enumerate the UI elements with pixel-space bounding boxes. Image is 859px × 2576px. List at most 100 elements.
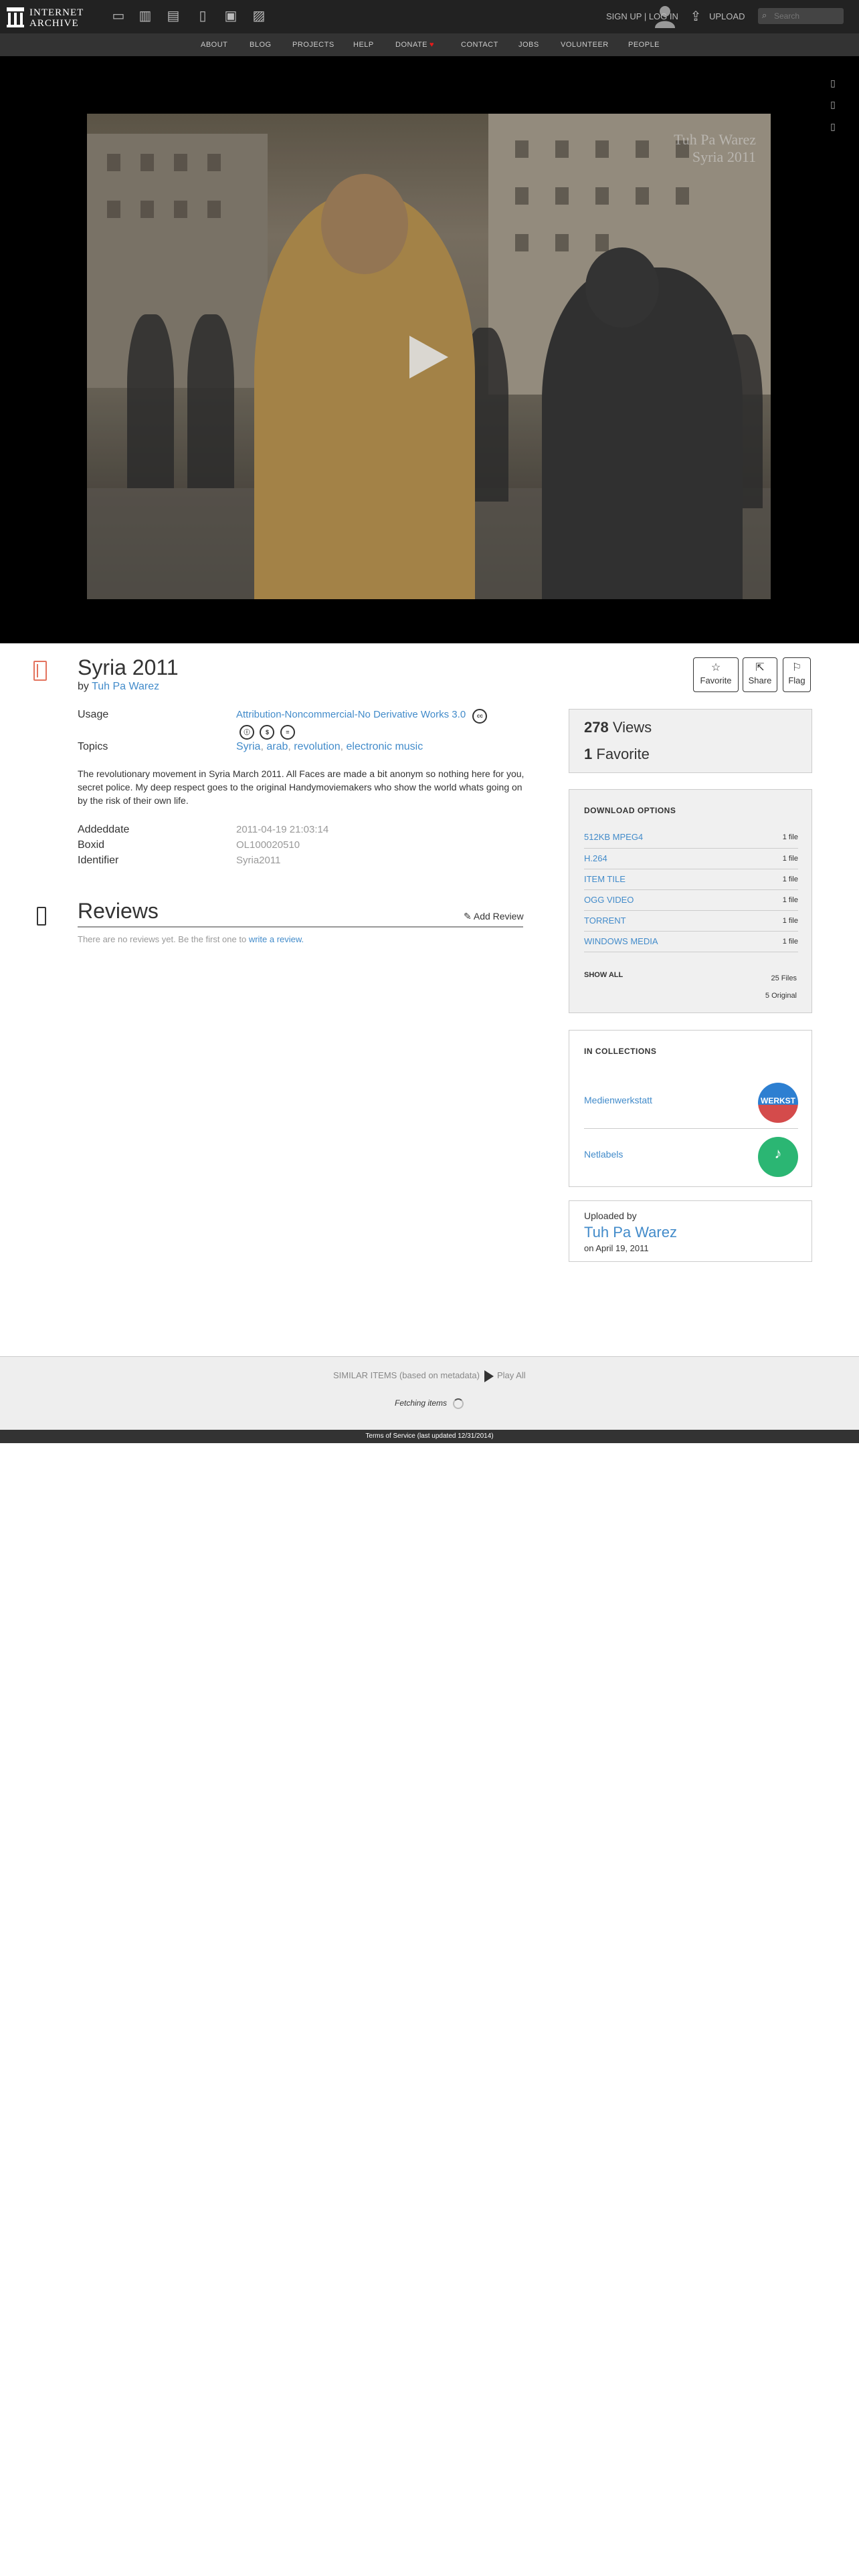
search-input[interactable] (773, 9, 842, 23)
download-format-link[interactable]: TORRENT (584, 916, 626, 926)
creator-link[interactable]: Tuh Pa Warez (92, 681, 159, 692)
flag-label: Flag (788, 675, 805, 685)
movies-mediatype-icon (33, 661, 47, 681)
loading-spinner-icon (453, 1398, 464, 1409)
upload-link[interactable]: UPLOAD (709, 11, 745, 21)
download-format-link[interactable]: 512KB MPEG4 (584, 832, 643, 842)
play-all-link[interactable]: Play All (497, 1370, 526, 1380)
software-icon[interactable]: ▣ (222, 8, 240, 24)
favorites-count: 1 Favorite (584, 746, 650, 763)
reviews-divider (78, 926, 523, 928)
sub-navbar: ABOUT BLOG PROJECTS HELP DONATE ♥ CONTAC… (0, 33, 859, 56)
download-format-link[interactable]: ITEM TILE (584, 874, 626, 884)
collection-item[interactable]: Netlabels ♪ (584, 1128, 798, 1182)
write-review-link[interactable]: write a review. (249, 934, 304, 944)
collection-logo-netlabels[interactable]: ♪ (758, 1137, 798, 1177)
search-box[interactable]: ⌕ (758, 8, 844, 24)
download-options-title: DOWNLOAD OPTIONS (584, 806, 676, 815)
web-icon[interactable]: ▭ (110, 8, 127, 24)
share-label: Share (748, 675, 772, 685)
similar-items-label: SIMILAR ITEMS (based on metadata) (333, 1370, 480, 1380)
collection-logo-text: WERKST (761, 1096, 795, 1105)
theatre-expand-icon[interactable]: ▯ (828, 99, 838, 114)
logo-text-line2: ARCHIVE (29, 18, 79, 29)
theatre-info-icon[interactable]: ▯ (828, 78, 838, 92)
similar-items-section: SIMILAR ITEMS (based on metadata) Play A… (0, 1356, 859, 1430)
terms-of-service-link[interactable]: Terms of Service (last updated 12/31/201… (0, 1432, 859, 1440)
donate-heart-icon: ♥ (430, 41, 435, 49)
collection-link-medienwerkstatt[interactable]: Medienwerkstatt (584, 1095, 652, 1105)
video-icon[interactable]: ▤ (165, 8, 182, 24)
subnav-contact[interactable]: CONTACT (461, 41, 498, 49)
collections-box: IN COLLECTIONS Medienwerkstatt WERKST Ne… (569, 1030, 812, 1187)
views-count: 278 Views (584, 719, 652, 736)
images-icon[interactable]: ▨ (250, 8, 268, 24)
theatre-share-icon[interactable]: ▯ (828, 121, 838, 136)
download-row[interactable]: 512KB MPEG4 1 file (584, 827, 798, 847)
play-icon[interactable] (409, 336, 448, 379)
download-row[interactable]: TORRENT 1 file (584, 910, 798, 931)
views-number: 278 (584, 719, 609, 736)
addeddate-label: Addeddate (78, 824, 130, 835)
item-description: The revolutionary movement in Syria Marc… (78, 768, 524, 806)
subnav-help[interactable]: HELP (353, 41, 374, 49)
top-navbar: INTERNET ARCHIVE ▭ ▥ ▤ ▯ ▣ ▨ SIGN UP | L… (0, 0, 859, 33)
flag-button[interactable]: ⚐ Flag (783, 657, 811, 692)
collection-item[interactable]: Medienwerkstatt WERKST (584, 1075, 798, 1128)
download-format-link[interactable]: OGG VIDEO (584, 895, 634, 905)
download-options-box: DOWNLOAD OPTIONS 512KB MPEG4 1 file H.264… (569, 789, 812, 1013)
license-icons: ⓘ $ = (240, 725, 298, 740)
boxid-value: OL100020510 (236, 839, 300, 851)
usage-label: Usage (78, 709, 109, 720)
original-files-count: 5 Original (765, 992, 797, 1000)
add-review-button[interactable]: ✎ Add Review (464, 911, 524, 922)
archive-pillars-icon (7, 7, 24, 27)
uploaded-by-label: Uploaded by (584, 1210, 637, 1221)
show-all-link[interactable]: SHOW ALL (584, 971, 623, 979)
audio-icon[interactable]: ▯ (194, 8, 211, 24)
favorite-button[interactable]: ☆ Favorite (693, 657, 739, 692)
cc-nc-icon: $ (260, 725, 275, 740)
favorite-label: Favorite (700, 675, 732, 685)
upload-icon[interactable]: ⇪ (689, 8, 702, 24)
share-icon: ⇱ (755, 662, 765, 673)
subnav-about[interactable]: ABOUT (201, 41, 227, 49)
download-format-link[interactable]: H.264 (584, 853, 607, 863)
subnav-projects[interactable]: PROJECTS (292, 41, 335, 49)
topic-link-revolution[interactable]: revolution (294, 741, 340, 752)
topic-link-electronic-music[interactable]: electronic music (347, 741, 423, 752)
download-row[interactable]: ITEM TILE 1 file (584, 869, 798, 889)
subnav-donate[interactable]: DONATE (395, 41, 427, 49)
download-row[interactable]: OGG VIDEO 1 file (584, 889, 798, 910)
topic-link-arab[interactable]: arab (266, 741, 288, 752)
download-row[interactable]: WINDOWS MEDIA 1 file (584, 931, 798, 952)
license-link[interactable]: Attribution-Noncommercial-No Derivative … (236, 709, 466, 720)
signup-login-link[interactable]: SIGN UP | LOG IN (606, 11, 678, 21)
search-icon: ⌕ (762, 10, 767, 20)
favorites-number: 1 (584, 746, 593, 762)
addeddate-value: 2011-04-19 21:03:14 (236, 824, 329, 835)
fetching-items-text: Fetching items (395, 1398, 448, 1408)
share-button[interactable]: ⇱ Share (743, 657, 777, 692)
download-file-count: 1 file (782, 896, 798, 904)
uploader-link[interactable]: Tuh Pa Warez (584, 1224, 677, 1241)
download-row[interactable]: H.264 1 file (584, 848, 798, 869)
collection-link-netlabels[interactable]: Netlabels (584, 1149, 623, 1160)
collection-logo-medienwerkstatt[interactable]: WERKST (758, 1083, 798, 1123)
cc-icon: cc (472, 709, 488, 724)
play-all-icon[interactable] (484, 1370, 494, 1382)
favorites-label: Favorite (596, 746, 650, 762)
internet-archive-logo[interactable]: INTERNET ARCHIVE (7, 5, 107, 29)
footer-bar: Terms of Service (last updated 12/31/201… (0, 1430, 859, 1443)
stats-box: 278 Views 1 Favorite (569, 709, 812, 773)
subnav-blog[interactable]: BLOG (250, 41, 272, 49)
texts-icon[interactable]: ▥ (136, 8, 154, 24)
topic-link-syria[interactable]: Syria (236, 741, 260, 752)
subnav-jobs[interactable]: JOBS (518, 41, 539, 49)
subnav-people[interactable]: PEOPLE (628, 41, 660, 49)
cc-nd-icon: = (280, 725, 295, 740)
subnav-volunteer[interactable]: VOLUNTEER (561, 41, 609, 49)
download-format-link[interactable]: WINDOWS MEDIA (584, 936, 658, 946)
video-watermark-line2: Syria 2011 (692, 148, 756, 165)
usage-value: Attribution-Noncommercial-No Derivative … (236, 709, 490, 724)
